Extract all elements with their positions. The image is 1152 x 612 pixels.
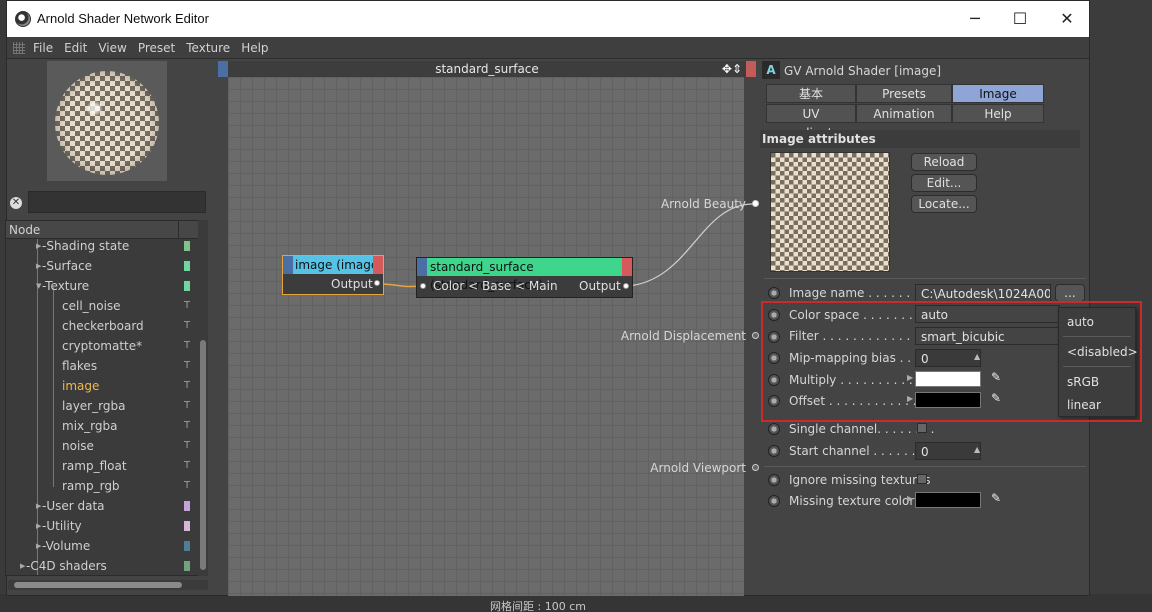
image-node-title: image (image)	[283, 256, 383, 274]
image-node-output-label: Output	[331, 277, 373, 291]
panel-title: GV Arnold Shader [image]	[784, 64, 942, 78]
image-node-output-port[interactable]	[374, 280, 380, 286]
tab-image-attributes[interactable]: Image attributes	[952, 84, 1044, 120]
start-channel-keyframe-icon[interactable]	[768, 445, 780, 457]
ignore-missing-keyframe-icon[interactable]	[768, 474, 780, 486]
locate-button[interactable]: Locate...	[911, 195, 977, 213]
image-name-field[interactable]: C:\Autodesk\1024A0035	[915, 284, 1051, 302]
highlight-box	[761, 301, 1142, 422]
standard-surface-node[interactable]: standard_surface (standard_surface) Colo…	[416, 257, 633, 298]
arnold-displacement-label: Arnold Displacement	[620, 329, 746, 343]
ignore-missing-label: Ignore missing textures	[789, 473, 931, 487]
start-channel-stepper-icon[interactable]: ▲	[974, 445, 980, 454]
single-channel-label: Single channel. . . . . . . .	[789, 422, 935, 436]
image-node[interactable]: image (image) Output	[282, 255, 384, 295]
missing-color-label: Missing texture color	[789, 494, 915, 508]
start-channel-label: Start channel . . . . . . . .	[789, 444, 931, 458]
reload-button[interactable]: Reload	[911, 153, 977, 171]
tab-help[interactable]: Help	[952, 104, 1044, 123]
image-name-keyframe-icon[interactable]	[768, 287, 780, 299]
tab-uv-coordinates[interactable]: UV coordinates	[766, 104, 856, 140]
missing-color-swatch[interactable]	[915, 492, 981, 508]
standard-node-input-port[interactable]	[420, 283, 426, 289]
arnold-beauty-label: Arnold Beauty	[660, 197, 746, 211]
arnold-viewport-port[interactable]	[752, 464, 759, 471]
browse-button[interactable]: ...	[1055, 284, 1085, 302]
tab-animation[interactable]: Animation	[856, 104, 952, 123]
standard-node-output-port[interactable]	[623, 283, 629, 289]
texture-thumbnail	[770, 152, 890, 272]
missing-color-eyedropper-icon[interactable]: ✎	[991, 491, 1007, 507]
image-name-label: Image name . . . . . . . . .	[789, 286, 934, 300]
single-channel-keyframe-icon[interactable]	[768, 423, 780, 435]
section-image-attributes: Image attributes	[760, 130, 1080, 148]
standard-node-input-label: Color < Base < Main	[433, 279, 558, 293]
ignore-missing-checkbox[interactable]	[917, 474, 927, 484]
missing-color-keyframe-icon[interactable]	[768, 495, 780, 507]
arnold-beauty-port[interactable]	[752, 200, 759, 207]
tab-presets[interactable]: Presets	[856, 84, 952, 103]
start-channel-input[interactable]: 0	[915, 442, 981, 460]
edit-button[interactable]: Edit...	[911, 174, 977, 192]
arnold-shader-icon: A	[762, 61, 780, 79]
arnold-displacement-port[interactable]	[752, 332, 759, 339]
standard-node-title: standard_surface (standard_surface)	[417, 258, 632, 292]
tab-basic[interactable]: 基本	[766, 84, 856, 103]
arnold-viewport-label: Arnold Viewport	[650, 461, 746, 475]
standard-node-output-label: Output	[579, 279, 621, 293]
single-channel-checkbox[interactable]	[917, 423, 927, 433]
missing-color-expand-icon[interactable]: ▶	[907, 494, 913, 503]
